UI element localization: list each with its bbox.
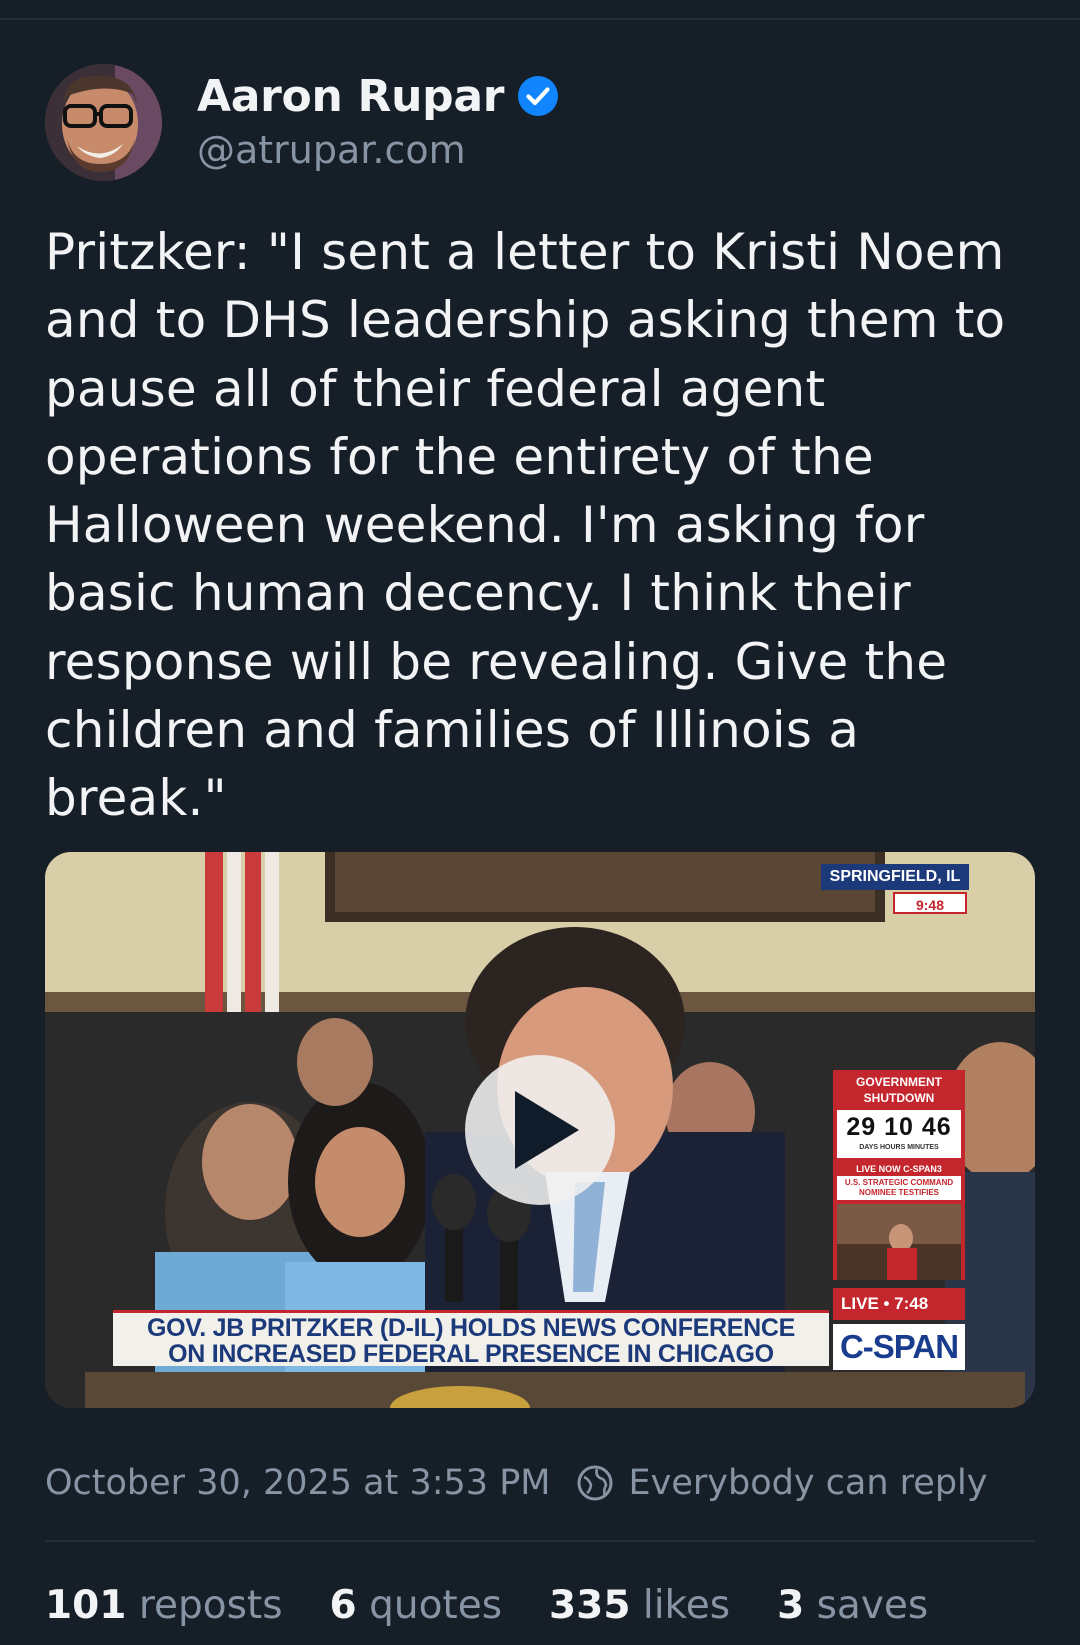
local-time-tag: 9:48 (893, 892, 967, 914)
play-button[interactable] (465, 1055, 615, 1205)
post: Aaron Rupar @atrupar.com Pritzker: "I se… (0, 0, 1080, 1645)
author-row[interactable]: Aaron Rupar @atrupar.com (45, 64, 1035, 184)
stat-label: reposts (138, 1582, 283, 1628)
shutdown-live: LIVE NOW C-SPAN3 (856, 1164, 942, 1174)
avatar-image (45, 64, 162, 181)
shutdown-count: 29 10 46 DAYS HOURS MINUTES (837, 1110, 961, 1158)
top-divider (0, 18, 1080, 20)
author-handle[interactable]: @atrupar.com (197, 128, 560, 172)
meta-divider (45, 1540, 1035, 1542)
author-info: Aaron Rupar @atrupar.com (197, 66, 560, 172)
network-logo: C-SPAN (833, 1324, 965, 1370)
stat-likes[interactable]: 335 likes (549, 1583, 730, 1628)
stat-count: 101 (45, 1582, 127, 1628)
shutdown-sub: U.S. STRATEGIC COMMAND NOMINEE TESTIFIES (837, 1176, 961, 1200)
shutdown-counter: GOVERNMENT SHUTDOWN 29 10 46 DAYS HOURS … (833, 1070, 965, 1280)
location-tag: SPRINGFIELD, IL (821, 864, 969, 890)
avatar[interactable] (45, 64, 162, 181)
shutdown-units: DAYS HOURS MINUTES (859, 1144, 939, 1151)
stat-count: 3 (777, 1582, 805, 1628)
shutdown-thumbnail (837, 1204, 961, 1280)
reply-setting: Everybody can reply (628, 1463, 988, 1503)
post-timestamp[interactable]: October 30, 2025 at 3:53 PM (45, 1463, 551, 1503)
stat-quotes[interactable]: 6 quotes (330, 1583, 503, 1628)
stat-reposts[interactable]: 101 reposts (45, 1583, 283, 1628)
shutdown-count-value: 29 10 46 (846, 1113, 952, 1141)
post-text: Pritzker: "I sent a letter to Kristi Noe… (45, 223, 1022, 828)
chyron-line-1: GOV. JB PRITZKER (D-IL) HOLDS NEWS CONFE… (146, 1314, 796, 1342)
engagement-stats: 101 reposts 6 quotes 335 likes 3 saves (45, 1580, 975, 1630)
stat-count: 6 (329, 1582, 357, 1628)
stat-saves[interactable]: 3 saves (777, 1583, 928, 1628)
post-meta: October 30, 2025 at 3:53 PM Everybody ca… (45, 1458, 1035, 1508)
display-name-row: Aaron Rupar (197, 66, 560, 126)
stat-label: quotes (369, 1582, 503, 1628)
stat-label: likes (642, 1582, 731, 1628)
chyron-line-2: ON INCREASED FEDERAL PRESENCE IN CHICAGO (168, 1340, 774, 1368)
display-name[interactable]: Aaron Rupar (197, 71, 504, 122)
verified-badge-icon[interactable] (516, 74, 560, 118)
live-tag: LIVE • 7:48 (833, 1288, 965, 1320)
shutdown-title: GOVERNMENT SHUTDOWN (855, 1075, 942, 1105)
play-icon (515, 1091, 579, 1169)
chyron: GOV. JB PRITZKER (D-IL) HOLDS NEWS CONFE… (113, 1310, 829, 1368)
stat-count: 335 (549, 1582, 631, 1628)
video-player[interactable]: SPRINGFIELD, IL 9:48 GOVERNMENT SHUTDOWN… (45, 852, 1035, 1408)
stat-label: saves (816, 1582, 929, 1628)
globe-icon (577, 1465, 613, 1501)
